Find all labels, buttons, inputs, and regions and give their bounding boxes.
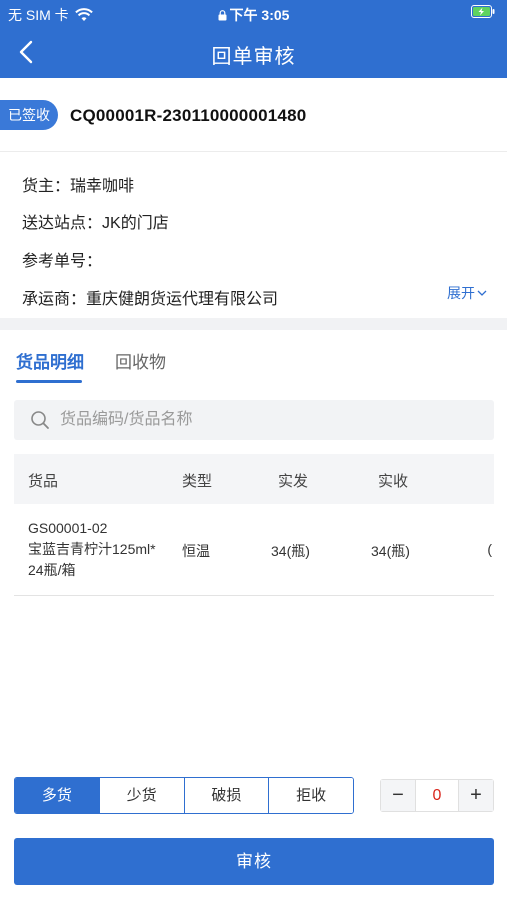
segment-short-goods[interactable]: 少货	[98, 778, 184, 813]
tab-recycled-items[interactable]: 回收物	[115, 348, 166, 373]
status-time: 下午 3:05	[229, 7, 290, 23]
table-row[interactable]: GS00001-02 宝蓝吉青柠汁125ml* 24瓶/箱 恒温 34(瓶) 3…	[14, 504, 494, 596]
exception-type-selector: 多货 少货 破损 拒收	[14, 777, 354, 814]
goods-received: 34(瓶)	[371, 543, 410, 559]
goods-code: GS00001-02	[28, 520, 108, 536]
carrier-label: 承运商：	[22, 291, 87, 308]
carrier-value: 重庆健朗货运代理有限公司	[86, 291, 279, 308]
shipper-row: 货主：瑞幸咖啡	[22, 172, 134, 196]
column-header-type: 类型	[182, 473, 213, 490]
quantity-stepper: − 0 +	[380, 779, 494, 812]
chevron-down-icon	[477, 290, 487, 296]
goods-table: 货品 类型 实发 实收 GS00001-02 宝蓝吉青柠汁125ml* 24瓶/…	[14, 454, 494, 596]
tab-bar: 货品明细 回收物	[0, 330, 507, 384]
order-header: 已签收 CQ00001R-230110000001480	[0, 78, 507, 152]
column-header-goods: 货品	[28, 473, 59, 490]
goods-name-line2: 24瓶/箱	[28, 562, 76, 578]
status-bar: 无 SIM 卡 下午 3:05	[0, 0, 507, 26]
nav-bar: 回单审核	[0, 26, 507, 78]
station-row: 送达站点：JK的门店	[22, 209, 169, 233]
segment-excess-goods[interactable]: 多货	[15, 778, 99, 813]
section-divider	[0, 318, 507, 330]
order-info: 货主：瑞幸咖啡 送达站点：JK的门店 参考单号： 承运商：重庆健朗货运代理有限公…	[0, 152, 507, 318]
tab-goods-detail[interactable]: 货品明细	[16, 348, 84, 373]
increment-button[interactable]: +	[459, 780, 493, 811]
status-time-wrap: 下午 3:05	[0, 5, 507, 25]
status-badge: 已签收	[0, 100, 58, 130]
truncated-cell: (	[487, 541, 492, 557]
reference-label: 参考单号：	[22, 253, 103, 270]
station-value: JK的门店	[102, 215, 169, 232]
column-header-shipped: 实发	[278, 473, 309, 490]
search-icon	[31, 411, 49, 429]
reference-row: 参考单号：	[22, 247, 102, 271]
segment-rejected[interactable]: 拒收	[268, 778, 353, 813]
goods-type: 恒温	[182, 543, 210, 559]
goods-shipped: 34(瓶)	[271, 543, 310, 559]
shipper-label: 货主：	[22, 178, 71, 195]
station-label: 送达站点：	[22, 215, 103, 232]
goods-name-line1: 宝蓝吉青柠汁125ml*	[28, 541, 156, 557]
decrement-button[interactable]: −	[381, 780, 415, 811]
search-box	[14, 400, 494, 440]
table-header: 货品 类型 实发 实收	[14, 454, 494, 504]
expand-toggle[interactable]: 展开	[447, 283, 487, 303]
carrier-row: 承运商：重庆健朗货运代理有限公司	[22, 285, 278, 309]
quantity-value[interactable]: 0	[415, 780, 459, 811]
battery-charging-icon	[471, 5, 495, 18]
shipper-value: 瑞幸咖啡	[70, 178, 135, 195]
tab-active-indicator	[16, 380, 82, 383]
segment-damaged[interactable]: 破损	[183, 778, 269, 813]
status-right	[471, 5, 495, 21]
order-number: CQ00001R-230110000001480	[70, 106, 307, 125]
lock-icon	[218, 10, 227, 21]
expand-label: 展开	[447, 285, 475, 301]
page-title: 回单审核	[211, 46, 296, 68]
column-header-received: 实收	[378, 473, 409, 490]
audit-button[interactable]: 审核	[14, 838, 494, 885]
goods-cell: GS00001-02 宝蓝吉青柠汁125ml* 24瓶/箱	[28, 518, 178, 581]
search-input[interactable]	[60, 400, 480, 440]
